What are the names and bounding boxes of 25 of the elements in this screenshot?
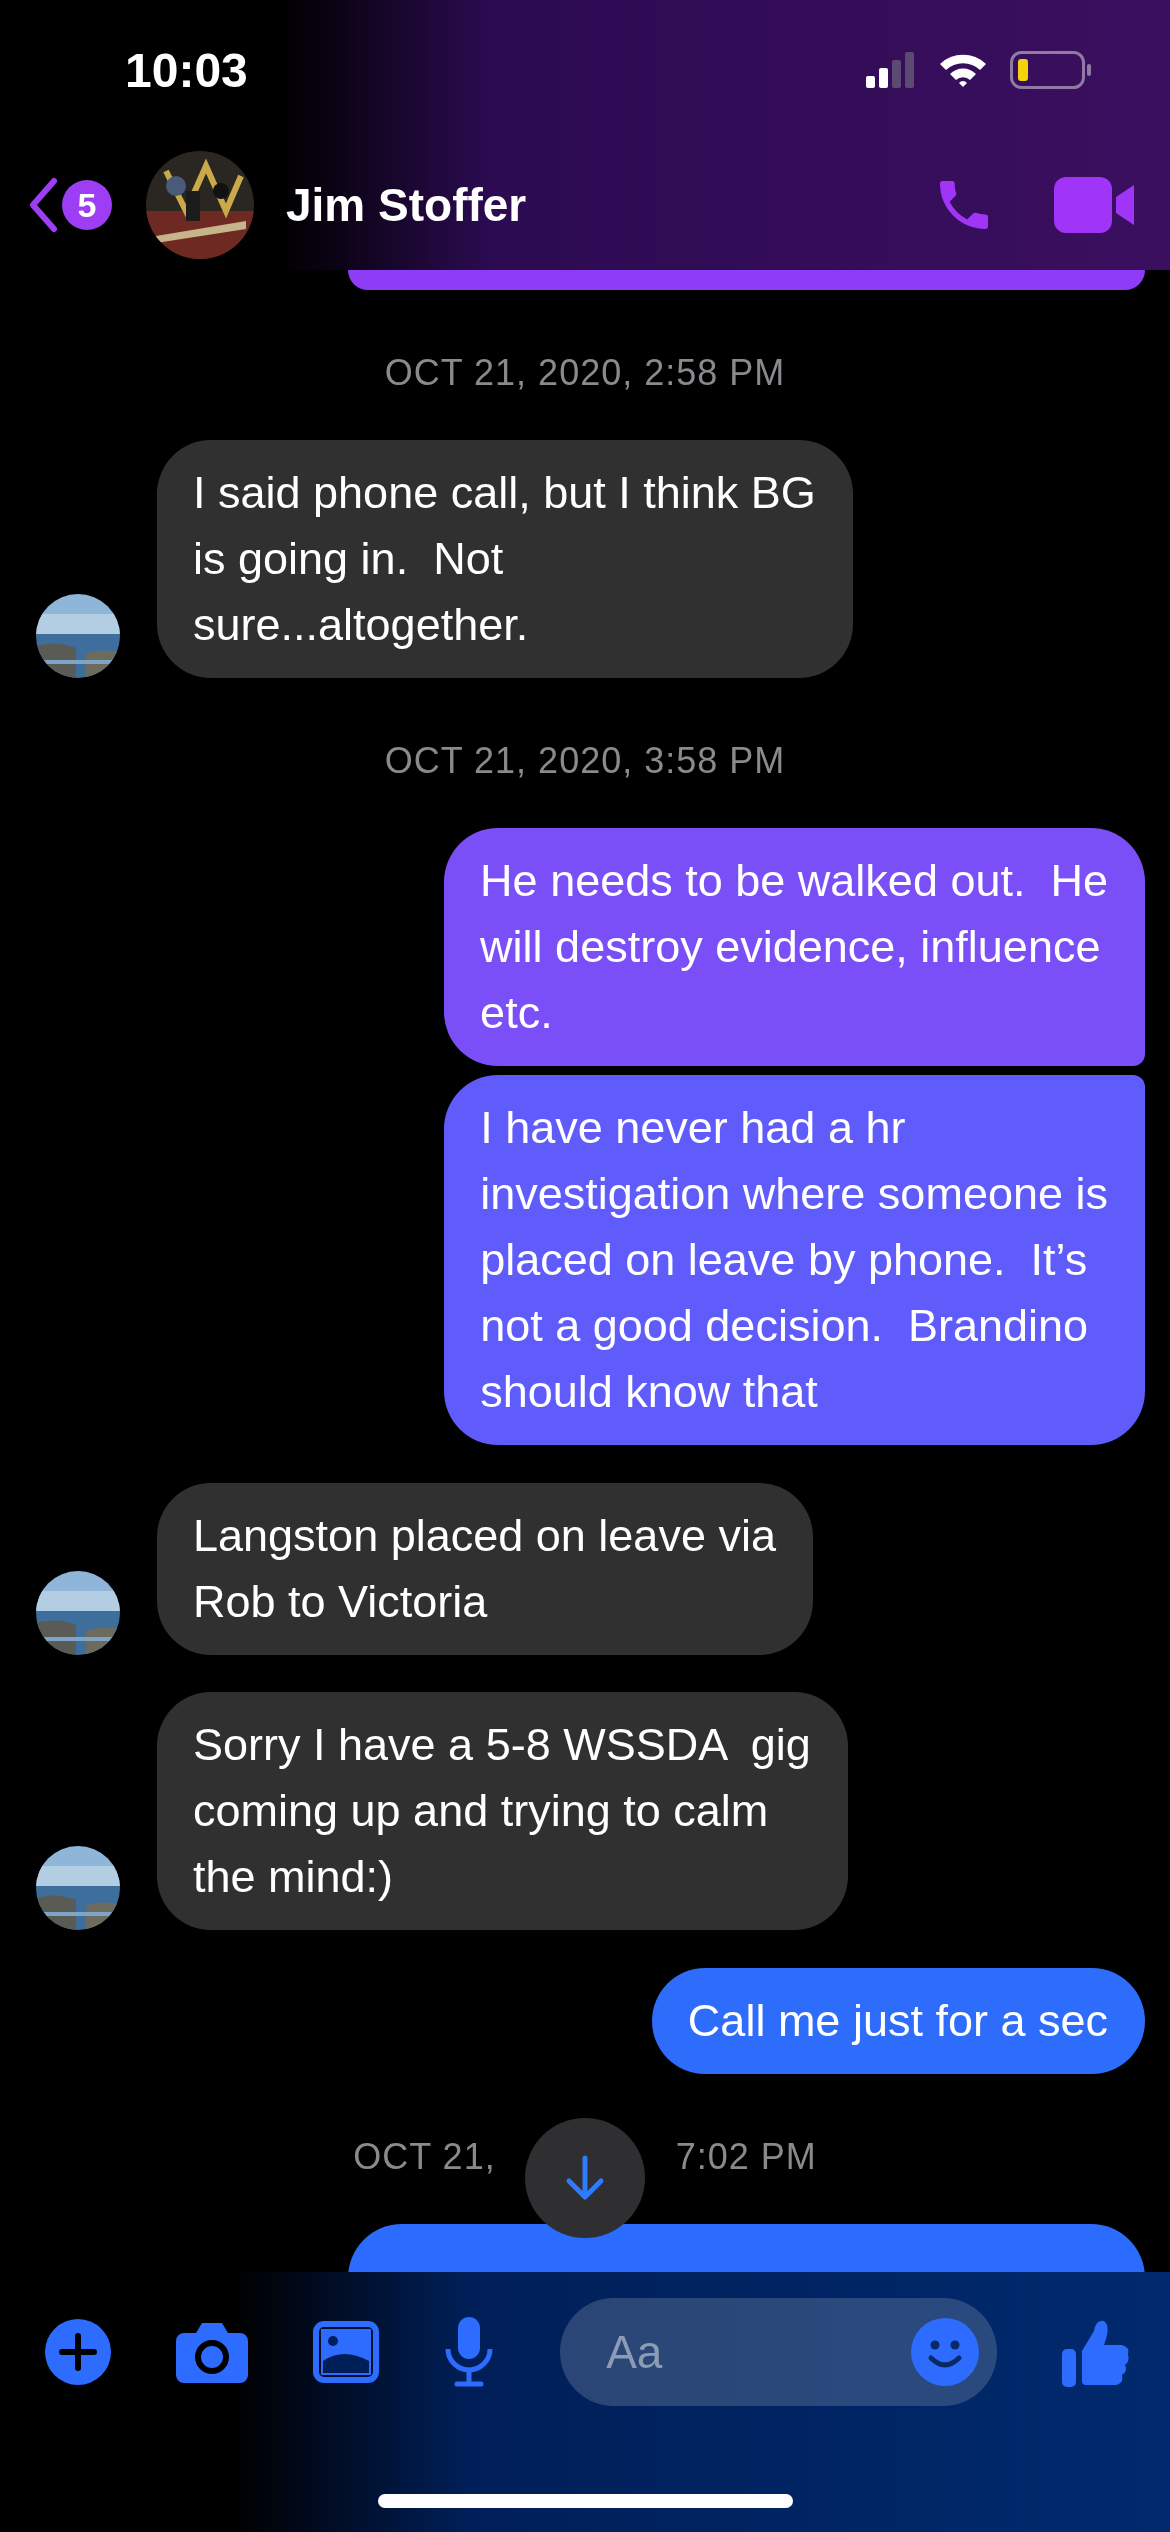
message-bubble: I have never had a hr investigation where someone is placed on leave by phone. It’s not a good decision. Brandino should know that xyxy=(444,1075,1145,1445)
status-time: 10:03 xyxy=(125,42,248,98)
message-field[interactable]: Aa xyxy=(560,2298,998,2406)
message-bubble: He needs to be walked out. He will destroy evidence, influence etc. xyxy=(444,828,1145,1066)
timestamp: OCT 21, 2020, 3:58 PM xyxy=(384,739,786,783)
wifi-icon xyxy=(938,52,988,88)
message-input[interactable]: Aa xyxy=(604,2324,859,2380)
smiley-icon[interactable] xyxy=(911,2318,980,2386)
timestamp: OCT 21, xyxy=(353,2135,496,2179)
back-chevron-icon xyxy=(28,177,58,233)
timestamp: OCT 21, 2020, 2:58 PM xyxy=(384,351,786,395)
message-bubble: Sorry I have a 5-8 WSSDA gig coming up and trying to calm the mind:) xyxy=(157,1692,848,1930)
plus-icon[interactable] xyxy=(45,2319,111,2385)
message-bubble: Langston placed on leave via Rob to Victoria xyxy=(157,1483,813,1655)
image-icon[interactable] xyxy=(312,2321,379,2383)
back-button[interactable]: 5 xyxy=(28,177,112,233)
video-camera-icon[interactable] xyxy=(1054,177,1136,233)
timestamp: 7:02 PM xyxy=(675,2135,817,2179)
message-bubble: Call me just for a sec xyxy=(651,1968,1145,2074)
message-bubble: I said phone call, but I think BG is going in. Not sure...altogether. xyxy=(157,440,853,678)
contact-name: Jim Stoffer xyxy=(286,178,528,232)
unread-badge: 5 xyxy=(62,180,112,230)
camera-icon[interactable] xyxy=(175,2321,248,2383)
signal-icon xyxy=(866,52,916,88)
battery-icon xyxy=(1010,51,1092,89)
